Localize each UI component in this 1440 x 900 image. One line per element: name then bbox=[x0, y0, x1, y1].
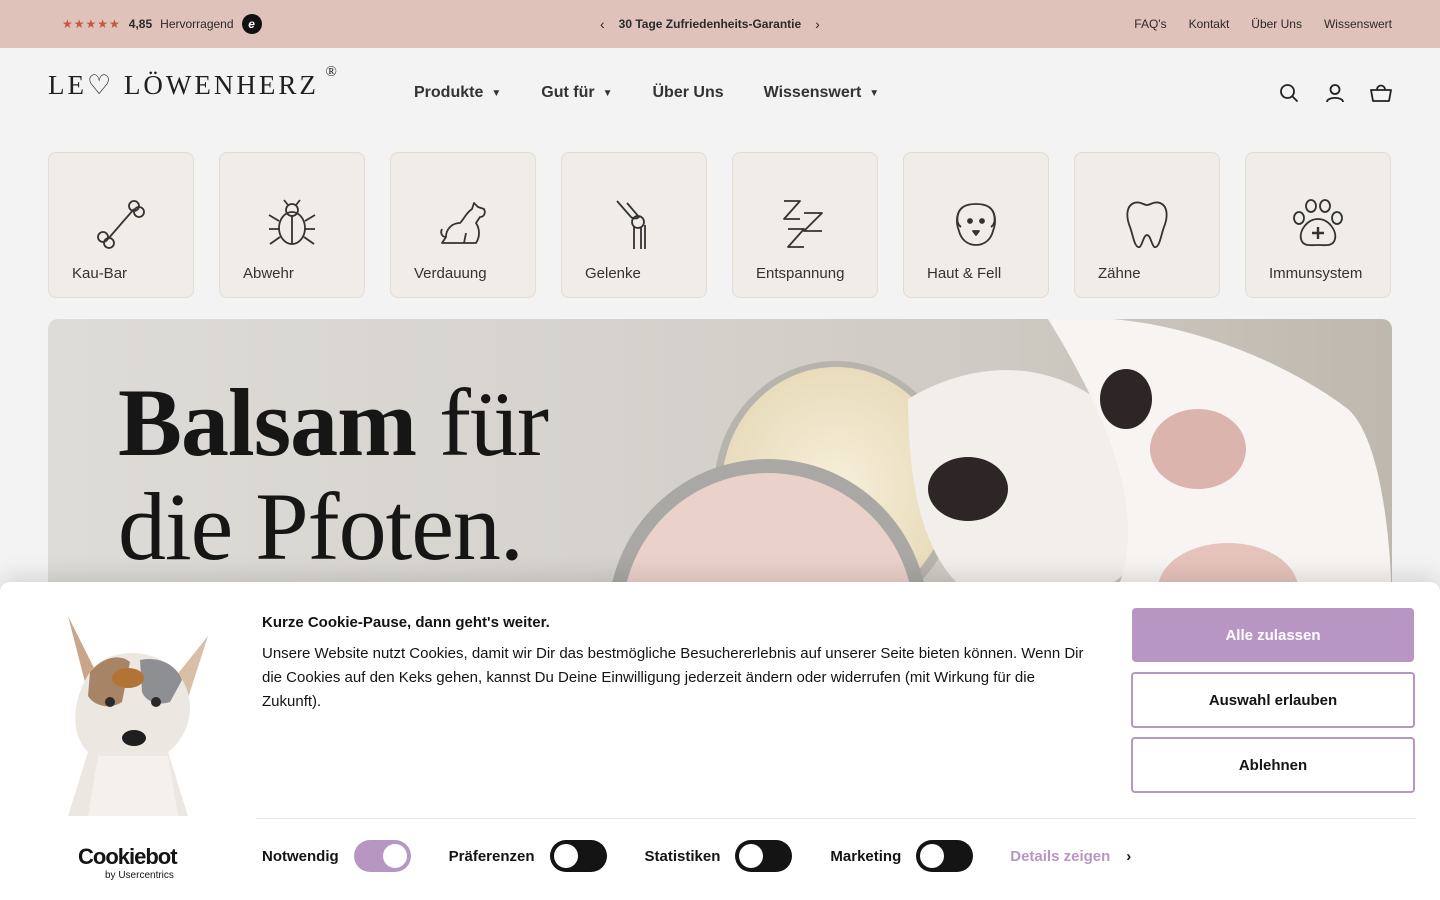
link-wissenswert[interactable]: Wissenswert bbox=[1324, 17, 1392, 31]
category-zaehne[interactable]: Zähne bbox=[1074, 152, 1220, 298]
toggle-switch[interactable] bbox=[735, 840, 793, 872]
toggle-statistiken: Statistiken bbox=[645, 840, 793, 872]
cookie-text: Unsere Website nutzt Cookies, damit wir … bbox=[262, 645, 1084, 710]
nav-ueber-uns[interactable]: Über Uns bbox=[652, 84, 723, 102]
nav-wissenswert[interactable]: Wissenswert ▼ bbox=[764, 84, 880, 102]
category-label: Kau-Bar bbox=[72, 265, 128, 282]
dog-image bbox=[68, 616, 208, 816]
toggle-notwendig: Notwendig bbox=[262, 840, 411, 872]
category-immunsystem[interactable]: Immunsystem bbox=[1245, 152, 1391, 298]
nav-label: Über Uns bbox=[652, 84, 724, 101]
bone-icon bbox=[49, 197, 193, 251]
toggle-label: Präferenzen bbox=[448, 847, 535, 865]
details-link[interactable]: Details zeigen › bbox=[1010, 848, 1131, 865]
cookiebot-sub: by Usercentrics bbox=[105, 870, 174, 881]
divider bbox=[256, 818, 1416, 819]
logo-text: LE♡ LÖWENHERZ bbox=[48, 70, 319, 100]
chevron-down-icon: ▼ bbox=[869, 87, 880, 99]
cookiebot-logo: Cookiebot bbox=[78, 844, 178, 869]
details-label: Details zeigen bbox=[1010, 847, 1111, 865]
chevron-down-icon: ▼ bbox=[491, 87, 502, 99]
allow-selection-button[interactable]: Auswahl erlauben bbox=[1131, 672, 1415, 728]
category-label: Entspannung bbox=[756, 265, 845, 282]
brand-logo[interactable]: LE♡ LÖWENHERZ ® bbox=[48, 64, 337, 101]
dog-face-icon bbox=[904, 197, 1048, 251]
site-header: LE♡ LÖWENHERZ ® Produkte ▼ Gut für ▼ Übe… bbox=[0, 48, 1440, 140]
bug-icon bbox=[220, 197, 364, 251]
category-abwehr[interactable]: Abwehr bbox=[219, 152, 365, 298]
category-label: Immunsystem bbox=[1269, 265, 1363, 282]
header-actions bbox=[1278, 82, 1392, 104]
category-label: Zähne bbox=[1098, 265, 1141, 282]
toggle-switch[interactable] bbox=[549, 840, 607, 872]
sleep-icon bbox=[733, 197, 877, 251]
nav-label: Wissenswert bbox=[763, 84, 862, 101]
category-label: Verdauung bbox=[414, 265, 487, 282]
hero-title: Balsam für die Pfoten. bbox=[118, 369, 549, 580]
search-icon[interactable] bbox=[1278, 82, 1300, 104]
hero-title-line2: die Pfoten. bbox=[118, 473, 524, 580]
chevron-down-icon: ▼ bbox=[602, 87, 613, 99]
trust-rating[interactable]: ★★★★★ 4,85 Hervorragend e bbox=[62, 14, 362, 34]
consent-toggles: Notwendig Präferenzen Statistiken Market… bbox=[262, 840, 1131, 872]
hero-banner[interactable]: Balsam für die Pfoten. bbox=[48, 319, 1392, 609]
toggle-marketing: Marketing bbox=[830, 840, 974, 872]
chevron-left-icon[interactable]: ‹ bbox=[600, 16, 605, 32]
announcement-bar: ★★★★★ 4,85 Hervorragend e ‹ 30 Tage Zufr… bbox=[0, 0, 1440, 48]
chevron-right-icon[interactable]: › bbox=[815, 16, 820, 32]
registered-mark: ® bbox=[325, 64, 337, 80]
cookie-title: Kurze Cookie-Pause, dann geht's weiter. bbox=[262, 614, 550, 631]
link-faq[interactable]: FAQ's bbox=[1134, 17, 1166, 31]
link-ueber-uns[interactable]: Über Uns bbox=[1251, 17, 1302, 31]
category-gelenke[interactable]: Gelenke bbox=[561, 152, 707, 298]
category-tiles: Kau-Bar Abwehr Verdauung Gelenke Entspan… bbox=[48, 152, 1391, 298]
main-nav: Produkte ▼ Gut für ▼ Über Uns Wissenswer… bbox=[414, 84, 879, 102]
toggle-switch[interactable] bbox=[916, 840, 974, 872]
hero-title-rest: für bbox=[416, 369, 549, 476]
rating-score: 4,85 bbox=[128, 17, 153, 31]
cookie-banner: Cookiebot by Usercentrics Kurze Cookie-P… bbox=[0, 582, 1440, 900]
category-label: Abwehr bbox=[243, 265, 294, 282]
nav-label: Gut für bbox=[541, 84, 595, 101]
rating-stars: ★★★★★ bbox=[62, 17, 121, 31]
cart-icon[interactable] bbox=[1370, 82, 1392, 104]
toggle-label: Notwendig bbox=[262, 847, 339, 865]
nav-label: Produkte bbox=[414, 84, 484, 101]
account-icon[interactable] bbox=[1324, 82, 1346, 104]
allow-all-button[interactable]: Alle zulassen bbox=[1132, 608, 1414, 662]
paw-plus-icon bbox=[1246, 197, 1390, 251]
toggle-label: Marketing bbox=[830, 847, 902, 865]
nav-gut-fuer[interactable]: Gut für ▼ bbox=[541, 84, 612, 102]
decline-button[interactable]: Ablehnen bbox=[1131, 737, 1415, 793]
category-entspannung[interactable]: Entspannung bbox=[732, 152, 878, 298]
trusted-shops-icon: e bbox=[241, 14, 262, 34]
toggle-praeferenzen: Präferenzen bbox=[449, 840, 607, 872]
category-kau-bar[interactable]: Kau-Bar bbox=[48, 152, 194, 298]
top-links: FAQ's Kontakt Über Uns Wissenswert bbox=[1134, 0, 1392, 48]
category-verdauung[interactable]: Verdauung bbox=[390, 152, 536, 298]
tooth-icon bbox=[1075, 197, 1219, 251]
category-label: Gelenke bbox=[585, 265, 641, 282]
toggle-label: Statistiken bbox=[644, 847, 721, 865]
category-haut-fell[interactable]: Haut & Fell bbox=[903, 152, 1049, 298]
hero-title-bold: Balsam bbox=[118, 369, 417, 476]
rating-label: Hervorragend bbox=[160, 17, 234, 31]
joint-icon bbox=[562, 197, 706, 251]
announcement-message: 30 Tage Zufriedenheits-Garantie bbox=[618, 17, 802, 31]
category-label: Haut & Fell bbox=[927, 265, 1002, 282]
nav-produkte[interactable]: Produkte ▼ bbox=[414, 84, 501, 102]
link-kontakt[interactable]: Kontakt bbox=[1189, 17, 1230, 31]
dog-sitting-icon bbox=[391, 197, 535, 251]
announcement-carousel: ‹ 30 Tage Zufriedenheits-Garantie › bbox=[600, 0, 820, 48]
toggle-switch[interactable] bbox=[353, 840, 411, 872]
chevron-right-icon: › bbox=[1126, 847, 1132, 865]
